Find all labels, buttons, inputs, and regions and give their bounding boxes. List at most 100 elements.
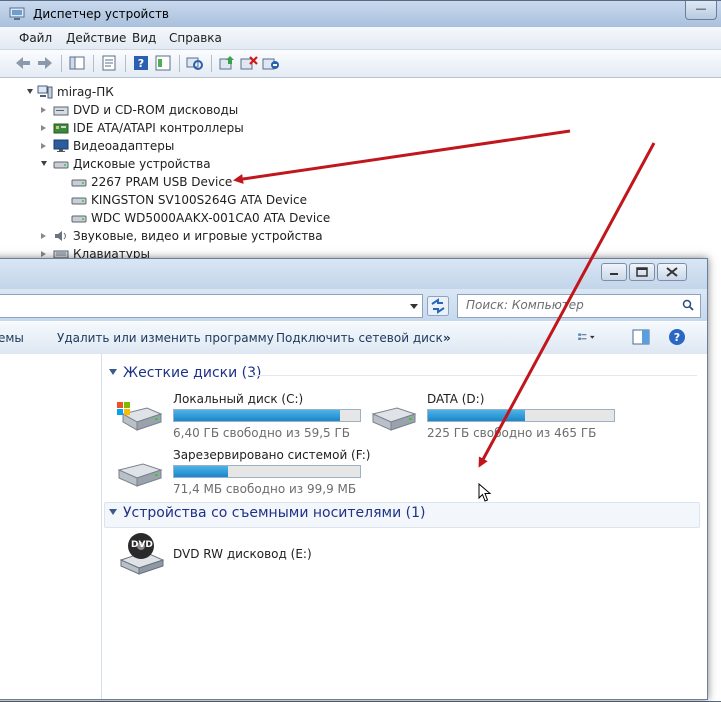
minimize-button[interactable] bbox=[601, 263, 627, 281]
tree-item-computer[interactable]: mirag-ПК bbox=[25, 83, 325, 101]
minimize-icon bbox=[610, 273, 618, 275]
hard-drive-icon bbox=[117, 463, 163, 487]
help-icon[interactable]: ? bbox=[667, 328, 687, 346]
drive-label: Зарезервировано системой (F:) bbox=[173, 448, 371, 462]
expand-arrow-icon[interactable] bbox=[41, 125, 46, 131]
tree-item-label: mirag-ПК bbox=[57, 85, 114, 99]
address-bar[interactable] bbox=[0, 294, 423, 318]
command-bar: темы Удалить или изменить программу Подк… bbox=[0, 321, 707, 355]
toolbar: ? bbox=[0, 50, 721, 78]
drive-usage-fill bbox=[174, 410, 340, 421]
properties-icon[interactable] bbox=[99, 54, 119, 72]
controller-icon bbox=[53, 123, 69, 134]
close-button[interactable] bbox=[657, 263, 687, 281]
update-driver-icon[interactable] bbox=[217, 54, 237, 72]
explorer-window: Поиск: Компьютер темы Удалить или измени… bbox=[0, 258, 708, 700]
toolbar-separator bbox=[179, 55, 180, 72]
expand-arrow-icon[interactable] bbox=[27, 89, 33, 94]
preview-pane-icon[interactable] bbox=[631, 328, 651, 346]
search-placeholder: Поиск: Компьютер bbox=[466, 298, 584, 312]
close-icon bbox=[666, 267, 678, 277]
svg-text:?: ? bbox=[674, 331, 680, 344]
navigation-pane[interactable] bbox=[0, 354, 102, 699]
back-arrow-icon[interactable] bbox=[13, 54, 33, 72]
group-divider bbox=[249, 375, 697, 376]
disk-drive-icon bbox=[71, 179, 87, 187]
drive-usage-bar bbox=[173, 465, 361, 478]
uninstall-program-command[interactable]: Удалить или изменить программу bbox=[57, 331, 274, 345]
tree-item-label: 2267 PRAM USB Device bbox=[91, 175, 233, 189]
help-icon[interactable]: ? bbox=[131, 54, 151, 72]
hard-drive-icon bbox=[371, 407, 417, 431]
forward-arrow-icon[interactable] bbox=[35, 54, 55, 72]
menu-action[interactable]: Действие bbox=[66, 31, 126, 45]
tree-item-sound-video-game[interactable]: Звуковые, видео и игровые устройства bbox=[41, 227, 361, 245]
tree-item-wdc[interactable]: WDC WD5000AAKX-001CA0 ATA Device bbox=[71, 209, 371, 227]
svg-text:?: ? bbox=[138, 57, 144, 70]
collapse-arrow-icon[interactable] bbox=[41, 161, 47, 166]
drive-free-space: 71,4 МБ свободно из 99,9 МБ bbox=[173, 482, 357, 496]
removable-group-header[interactable]: Устройства со съемными носителями (1) bbox=[123, 505, 425, 521]
menu-help[interactable]: Справка bbox=[169, 31, 222, 45]
computer-icon bbox=[37, 85, 53, 99]
system-properties-command[interactable]: темы bbox=[0, 331, 24, 345]
window-title: Диспетчер устройств bbox=[33, 7, 170, 21]
drive-free-space: 225 ГБ свободно из 465 ГБ bbox=[427, 426, 597, 440]
refresh-icon[interactable] bbox=[427, 296, 449, 316]
toolbar-separator bbox=[125, 55, 126, 72]
tree-item-dvd-cdrom[interactable]: DVD и CD-ROM дисководы bbox=[41, 101, 341, 119]
tree-item-label: KINGSTON SV100S264G ATA Device bbox=[91, 193, 307, 207]
toolbar-separator bbox=[61, 55, 62, 72]
drive-label: Локальный диск (C:) bbox=[173, 392, 304, 406]
map-network-drive-command[interactable]: Подключить сетевой диск bbox=[276, 331, 443, 345]
dvd-drive-icon bbox=[53, 106, 69, 116]
tree-item-label: WDC WD5000AAKX-001CA0 ATA Device bbox=[91, 211, 331, 225]
tree-item-ide-controllers[interactable]: IDE ATA/ATAPI контроллеры bbox=[41, 119, 341, 137]
device-manager-icon bbox=[9, 7, 25, 20]
uninstall-icon[interactable] bbox=[239, 54, 259, 72]
speaker-icon bbox=[55, 231, 66, 241]
drive-usage-fill bbox=[174, 466, 228, 477]
search-input[interactable]: Поиск: Компьютер bbox=[457, 294, 701, 318]
search-icon[interactable] bbox=[682, 299, 694, 311]
expand-arrow-icon[interactable] bbox=[41, 251, 46, 257]
expand-arrow-icon[interactable] bbox=[41, 107, 46, 113]
hard-drive-windows-icon bbox=[117, 402, 163, 431]
drive-label: DVD RW дисковод (E:) bbox=[173, 547, 312, 561]
tree-item-label: Дисковые устройства bbox=[73, 157, 211, 171]
expand-arrow-icon[interactable] bbox=[41, 143, 46, 149]
tree-item-label: IDE ATA/ATAPI контроллеры bbox=[73, 121, 244, 135]
restore-button[interactable] bbox=[629, 263, 655, 281]
menu-bar: Файл Действие Вид Справка bbox=[0, 27, 721, 50]
toolbar-separator bbox=[93, 55, 94, 72]
hard-disks-group-header[interactable]: Жесткие диски (3) bbox=[123, 365, 261, 381]
more-commands-button[interactable]: » bbox=[443, 331, 451, 345]
disk-drive-icon bbox=[71, 215, 87, 223]
show-hide-tree-icon[interactable] bbox=[67, 54, 87, 72]
mouse-pointer-icon bbox=[478, 483, 492, 502]
device-manager-titlebar[interactable]: Диспетчер устройств — bbox=[0, 1, 721, 27]
toolbar-separator bbox=[211, 55, 212, 72]
drive-usage-fill bbox=[428, 410, 525, 421]
collapse-arrow-icon[interactable] bbox=[109, 369, 117, 375]
minimize-button[interactable]: — bbox=[685, 1, 717, 20]
dvd-badge: DVD bbox=[131, 540, 153, 550]
drive-usage-bar bbox=[173, 409, 361, 422]
chevron-down-icon[interactable] bbox=[410, 304, 418, 309]
tree-item-video-adapters[interactable]: Видеоадаптеры bbox=[41, 137, 341, 155]
view-options-icon[interactable] bbox=[577, 328, 597, 346]
tree-item-label: DVD и CD-ROM дисководы bbox=[73, 103, 239, 117]
menu-file[interactable]: Файл bbox=[19, 31, 52, 45]
menu-view[interactable]: Вид bbox=[132, 31, 156, 45]
expand-arrow-icon[interactable] bbox=[41, 233, 46, 239]
disk-drive-icon bbox=[71, 197, 87, 205]
view-icon[interactable] bbox=[153, 54, 173, 72]
explorer-titlebar[interactable] bbox=[0, 259, 707, 289]
tree-item-kingston[interactable]: KINGSTON SV100S264G ATA Device bbox=[71, 191, 371, 209]
tree-item-label: Звуковые, видео и игровые устройства bbox=[73, 229, 323, 243]
tree-item-pram-usb[interactable]: 2267 PRAM USB Device bbox=[71, 173, 371, 191]
tree-item-disk-drives[interactable]: Дисковые устройства bbox=[41, 155, 341, 173]
disable-device-icon[interactable] bbox=[261, 54, 281, 72]
collapse-arrow-icon[interactable] bbox=[109, 509, 117, 515]
scan-hardware-icon[interactable] bbox=[185, 54, 205, 72]
